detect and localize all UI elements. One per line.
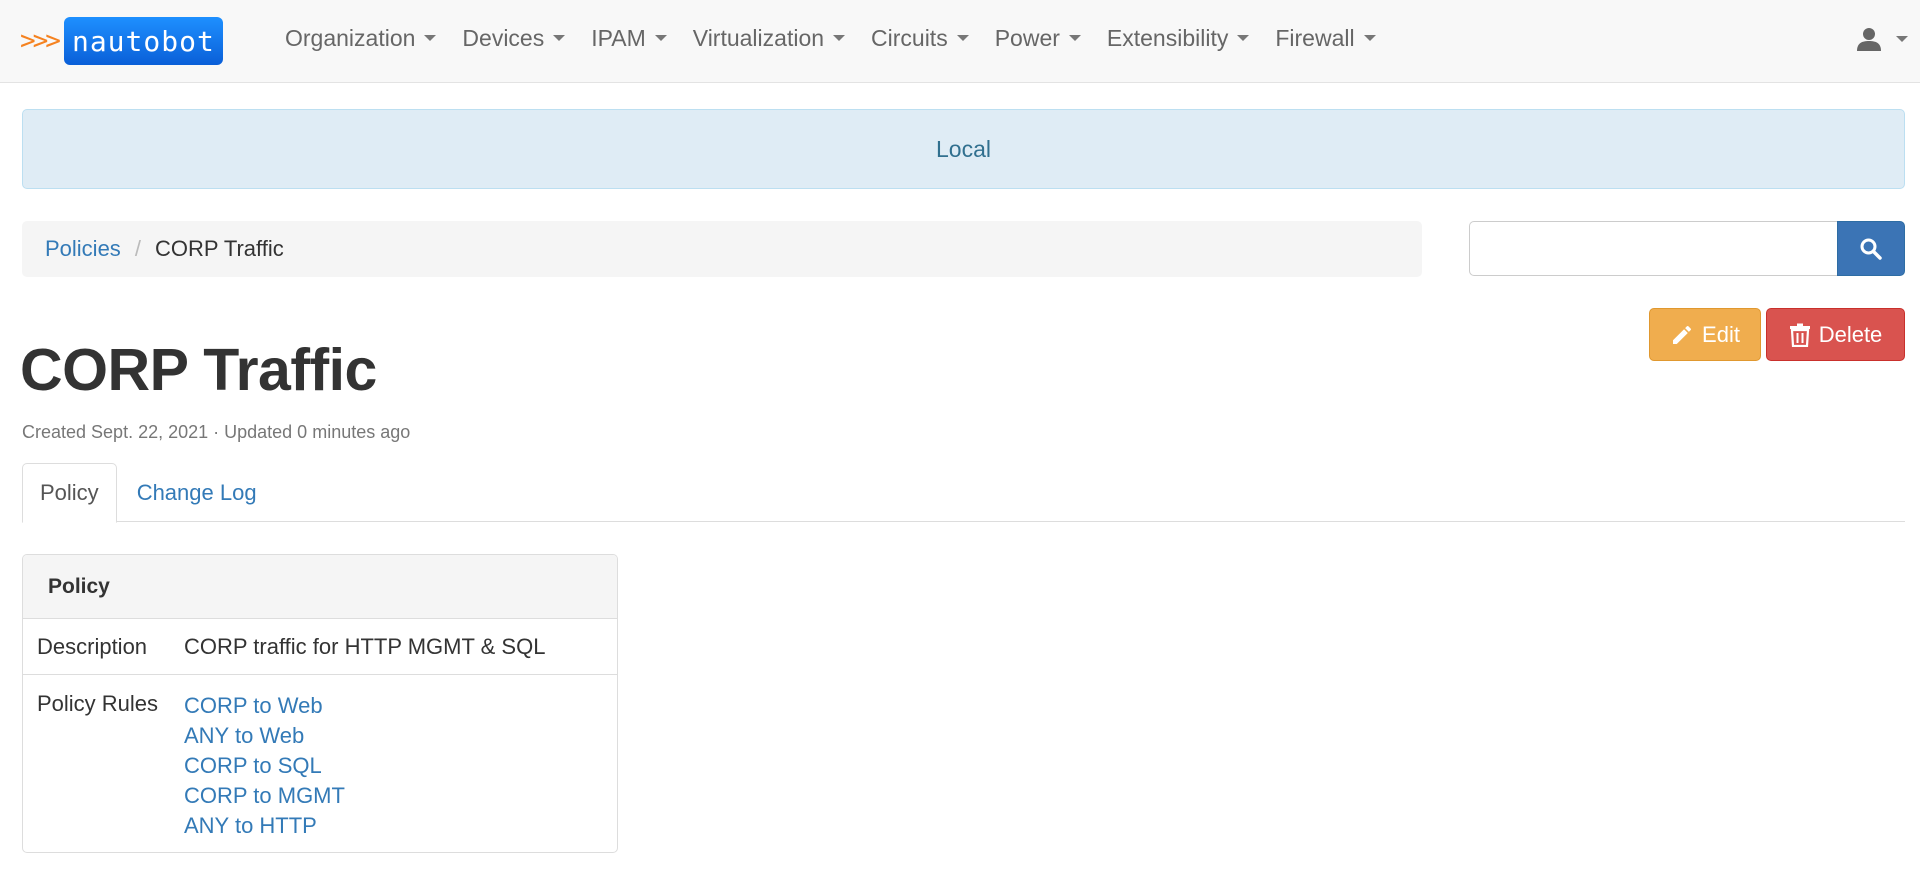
user-menu[interactable]: [1856, 26, 1908, 52]
nav-label: Extensibility: [1106, 24, 1229, 51]
delete-label: Delete: [1818, 321, 1883, 347]
policy-rule-link[interactable]: CORP to Web: [184, 691, 345, 721]
page-title: CORP Traffic: [20, 337, 377, 403]
tab-change-log[interactable]: Change Log: [117, 463, 275, 522]
nav-label: Devices: [462, 24, 545, 51]
policy-rules-row: Policy Rules CORP to Web ANY to Web CORP…: [23, 675, 617, 841]
brand-arrows: >>>: [20, 26, 61, 56]
nav-label: Virtualization: [692, 24, 825, 51]
policy-panel: Policy Description CORP traffic for HTTP…: [22, 554, 618, 853]
search-input[interactable]: [1469, 221, 1837, 276]
trash-icon: [1789, 323, 1810, 347]
caret-down-icon: [553, 35, 566, 41]
pencil-icon: [1673, 325, 1692, 344]
nav-item-circuits[interactable]: Circuits: [858, 0, 982, 76]
policy-rule-link[interactable]: CORP to MGMT: [184, 781, 345, 811]
nav-label: Organization: [285, 24, 416, 51]
description-row: Description CORP traffic for HTTP MGMT &…: [23, 619, 617, 675]
brand-name: nautobot: [63, 17, 223, 65]
environment-banner: Local: [22, 109, 1905, 189]
brand-logo[interactable]: >>> nautobot: [20, 17, 223, 65]
caret-down-icon: [1237, 35, 1250, 41]
nav-item-extensibility[interactable]: Extensibility: [1094, 0, 1262, 76]
edit-label: Edit: [1702, 321, 1740, 347]
delete-button[interactable]: Delete: [1766, 308, 1905, 361]
banner-text: Local: [936, 135, 991, 162]
caret-down-icon: [1896, 36, 1908, 42]
policy-rules-list: CORP to Web ANY to Web CORP to SQL CORP …: [184, 691, 345, 841]
caret-down-icon: [1068, 35, 1081, 41]
nav-item-power[interactable]: Power: [982, 0, 1094, 76]
nav-label: IPAM: [591, 24, 646, 51]
description-label: Description: [37, 633, 148, 659]
description-value: CORP traffic for HTTP MGMT & SQL: [184, 633, 546, 659]
caret-down-icon: [424, 35, 437, 41]
nav-label: Firewall: [1275, 24, 1355, 51]
policy-rule-link[interactable]: ANY to Web: [184, 721, 345, 751]
caret-down-icon: [833, 35, 846, 41]
breadcrumb-current: CORP Traffic: [154, 236, 284, 261]
nav-item-ipam[interactable]: IPAM: [578, 0, 680, 76]
policy-rule-link[interactable]: CORP to SQL: [184, 751, 345, 781]
tab-policy[interactable]: Policy: [22, 463, 117, 523]
caret-down-icon: [1363, 35, 1376, 41]
policy-rules-label: Policy Rules: [37, 691, 159, 716]
nav-item-firewall[interactable]: Firewall: [1262, 0, 1388, 76]
caret-down-icon: [654, 35, 667, 41]
caret-down-icon: [956, 35, 969, 41]
breadcrumb: Policies / CORP Traffic: [22, 221, 1422, 277]
tab-bar: Policy Change Log: [22, 463, 1905, 523]
search-form: [1469, 221, 1905, 276]
created-updated-meta: Created Sept. 22, 2021 · Updated 0 minut…: [22, 422, 411, 442]
search-button[interactable]: [1837, 221, 1905, 276]
panel-heading: Policy: [23, 555, 617, 619]
nav-item-virtualization[interactable]: Virtualization: [680, 0, 858, 76]
breadcrumb-link-policies[interactable]: Policies: [45, 236, 121, 262]
navbar: >>> nautobot Organization Devices IPAM V…: [0, 0, 1920, 83]
user-icon: [1857, 28, 1881, 51]
policy-rule-link[interactable]: ANY to HTTP: [184, 811, 345, 841]
nav-item-organization[interactable]: Organization: [272, 0, 449, 76]
nav-item-devices[interactable]: Devices: [449, 0, 578, 76]
nav-label: Circuits: [871, 24, 948, 51]
edit-button[interactable]: Edit: [1649, 308, 1761, 361]
search-icon: [1860, 238, 1882, 260]
breadcrumb-separator: /: [134, 236, 141, 261]
nav-label: Power: [994, 24, 1060, 51]
nav-menu: Organization Devices IPAM Virtualization…: [272, 0, 1389, 76]
